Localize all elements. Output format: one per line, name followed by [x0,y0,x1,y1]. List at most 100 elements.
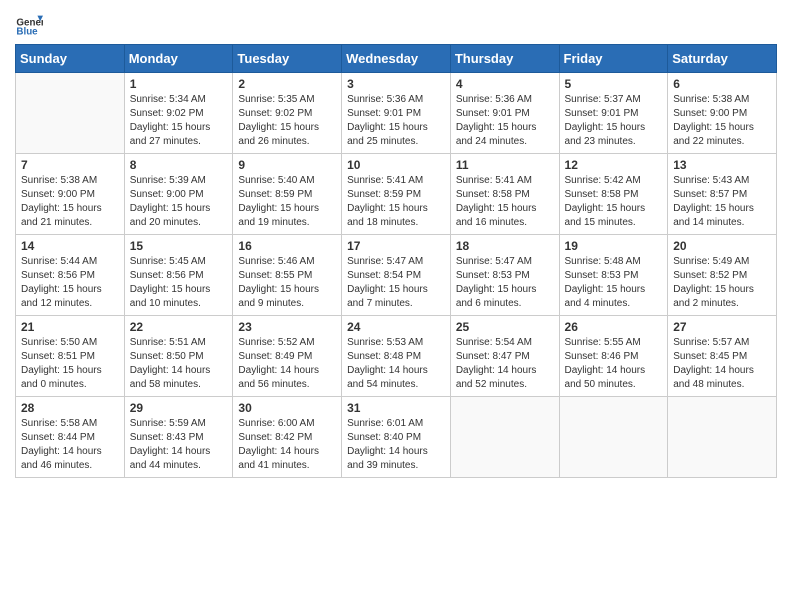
calendar-cell: 14 Sunrise: 5:44 AM Sunset: 8:56 PM Dayli… [16,235,125,316]
logo-icon: General Blue [15,10,43,38]
day-number: 9 [238,158,336,172]
day-number: 12 [565,158,663,172]
week-row-5: 28 Sunrise: 5:58 AM Sunset: 8:44 PM Dayli… [16,397,777,478]
day-info: Sunrise: 5:52 AM Sunset: 8:49 PM Dayligh… [238,336,336,392]
calendar-cell: 2 Sunrise: 5:35 AM Sunset: 9:02 PM Daylig… [233,73,342,154]
day-number: 27 [673,320,771,334]
weekday-header-thursday: Thursday [450,45,559,73]
calendar-cell: 11 Sunrise: 5:41 AM Sunset: 8:58 PM Dayli… [450,154,559,235]
day-number: 29 [130,401,228,415]
week-row-3: 14 Sunrise: 5:44 AM Sunset: 8:56 PM Dayli… [16,235,777,316]
day-info: Sunrise: 5:36 AM Sunset: 9:01 PM Dayligh… [347,93,445,149]
calendar-cell [16,73,125,154]
day-info: Sunrise: 5:53 AM Sunset: 8:48 PM Dayligh… [347,336,445,392]
weekday-header-monday: Monday [124,45,233,73]
day-info: Sunrise: 5:45 AM Sunset: 8:56 PM Dayligh… [130,255,228,311]
weekday-header-friday: Friday [559,45,668,73]
svg-text:Blue: Blue [16,27,38,38]
weekday-header-sunday: Sunday [16,45,125,73]
day-number: 4 [456,77,554,91]
day-number: 16 [238,239,336,253]
calendar-header: SundayMondayTuesdayWednesdayThursdayFrid… [16,45,777,73]
calendar-cell: 12 Sunrise: 5:42 AM Sunset: 8:58 PM Dayli… [559,154,668,235]
day-info: Sunrise: 5:57 AM Sunset: 8:45 PM Dayligh… [673,336,771,392]
day-info: Sunrise: 5:40 AM Sunset: 8:59 PM Dayligh… [238,174,336,230]
calendar-cell: 7 Sunrise: 5:38 AM Sunset: 9:00 PM Daylig… [16,154,125,235]
calendar-cell: 22 Sunrise: 5:51 AM Sunset: 8:50 PM Dayli… [124,316,233,397]
week-row-4: 21Sunrise: 5:50 AM Sunset: 8:51 PM Dayli… [16,316,777,397]
week-row-2: 7 Sunrise: 5:38 AM Sunset: 9:00 PM Daylig… [16,154,777,235]
calendar-cell: 24 Sunrise: 5:53 AM Sunset: 8:48 PM Dayli… [342,316,451,397]
day-number: 7 [21,158,119,172]
day-number: 2 [238,77,336,91]
calendar-cell [450,397,559,478]
calendar-cell: 5 Sunrise: 5:37 AM Sunset: 9:01 PM Daylig… [559,73,668,154]
calendar-cell: 23 Sunrise: 5:52 AM Sunset: 8:49 PM Dayli… [233,316,342,397]
calendar-cell: 9 Sunrise: 5:40 AM Sunset: 8:59 PM Daylig… [233,154,342,235]
day-info: Sunrise: 6:01 AM Sunset: 8:40 PM Dayligh… [347,417,445,473]
day-info: Sunrise: 5:58 AM Sunset: 8:44 PM Dayligh… [21,417,119,473]
calendar-cell: 17 Sunrise: 5:47 AM Sunset: 8:54 PM Dayli… [342,235,451,316]
calendar-cell: 21Sunrise: 5:50 AM Sunset: 8:51 PM Dayli… [16,316,125,397]
calendar-cell: 29 Sunrise: 5:59 AM Sunset: 8:43 PM Dayli… [124,397,233,478]
calendar-cell: 31 Sunrise: 6:01 AM Sunset: 8:40 PM Dayli… [342,397,451,478]
calendar-cell: 10 Sunrise: 5:41 AM Sunset: 8:59 PM Dayli… [342,154,451,235]
calendar-body: 1 Sunrise: 5:34 AM Sunset: 9:02 PM Daylig… [16,73,777,478]
weekday-header-saturday: Saturday [668,45,777,73]
day-number: 23 [238,320,336,334]
day-info: Sunrise: 5:59 AM Sunset: 8:43 PM Dayligh… [130,417,228,473]
day-info: Sunrise: 5:38 AM Sunset: 9:00 PM Dayligh… [673,93,771,149]
day-number: 1 [130,77,228,91]
day-number: 6 [673,77,771,91]
calendar-cell: 16 Sunrise: 5:46 AM Sunset: 8:55 PM Dayli… [233,235,342,316]
day-number: 14 [21,239,119,253]
day-number: 20 [673,239,771,253]
day-info: Sunrise: 5:35 AM Sunset: 9:02 PM Dayligh… [238,93,336,149]
day-info: Sunrise: 5:41 AM Sunset: 8:59 PM Dayligh… [347,174,445,230]
day-info: Sunrise: 5:37 AM Sunset: 9:01 PM Dayligh… [565,93,663,149]
day-info: Sunrise: 5:42 AM Sunset: 8:58 PM Dayligh… [565,174,663,230]
calendar-cell: 25Sunrise: 5:54 AM Sunset: 8:47 PM Dayli… [450,316,559,397]
day-info: Sunrise: 5:55 AM Sunset: 8:46 PM Dayligh… [565,336,663,392]
day-info: Sunrise: 5:38 AM Sunset: 9:00 PM Dayligh… [21,174,119,230]
day-number: 18 [456,239,554,253]
day-number: 8 [130,158,228,172]
week-row-1: 1 Sunrise: 5:34 AM Sunset: 9:02 PM Daylig… [16,73,777,154]
day-info: Sunrise: 5:48 AM Sunset: 8:53 PM Dayligh… [565,255,663,311]
calendar-cell: 27 Sunrise: 5:57 AM Sunset: 8:45 PM Dayli… [668,316,777,397]
day-info: Sunrise: 5:47 AM Sunset: 8:53 PM Dayligh… [456,255,554,311]
day-info: Sunrise: 5:39 AM Sunset: 9:00 PM Dayligh… [130,174,228,230]
calendar-cell: 30Sunrise: 6:00 AM Sunset: 8:42 PM Dayli… [233,397,342,478]
calendar-cell: 3 Sunrise: 5:36 AM Sunset: 9:01 PM Daylig… [342,73,451,154]
day-number: 31 [347,401,445,415]
day-number: 3 [347,77,445,91]
weekday-header-tuesday: Tuesday [233,45,342,73]
calendar-cell: 19Sunrise: 5:48 AM Sunset: 8:53 PM Dayli… [559,235,668,316]
day-number: 22 [130,320,228,334]
day-number: 5 [565,77,663,91]
calendar-cell: 28 Sunrise: 5:58 AM Sunset: 8:44 PM Dayli… [16,397,125,478]
day-number: 24 [347,320,445,334]
day-number: 17 [347,239,445,253]
day-number: 28 [21,401,119,415]
day-info: Sunrise: 5:41 AM Sunset: 8:58 PM Dayligh… [456,174,554,230]
day-info: Sunrise: 5:46 AM Sunset: 8:55 PM Dayligh… [238,255,336,311]
day-info: Sunrise: 5:34 AM Sunset: 9:02 PM Dayligh… [130,93,228,149]
day-info: Sunrise: 5:44 AM Sunset: 8:56 PM Dayligh… [21,255,119,311]
calendar-cell: 8 Sunrise: 5:39 AM Sunset: 9:00 PM Daylig… [124,154,233,235]
calendar-cell: 18 Sunrise: 5:47 AM Sunset: 8:53 PM Dayli… [450,235,559,316]
day-info: Sunrise: 5:43 AM Sunset: 8:57 PM Dayligh… [673,174,771,230]
day-number: 26 [565,320,663,334]
day-info: Sunrise: 5:49 AM Sunset: 8:52 PM Dayligh… [673,255,771,311]
calendar-cell: 20 Sunrise: 5:49 AM Sunset: 8:52 PM Dayli… [668,235,777,316]
day-info: Sunrise: 5:47 AM Sunset: 8:54 PM Dayligh… [347,255,445,311]
calendar-cell: 6 Sunrise: 5:38 AM Sunset: 9:00 PM Daylig… [668,73,777,154]
day-number: 25 [456,320,554,334]
day-number: 30 [238,401,336,415]
day-number: 13 [673,158,771,172]
day-number: 11 [456,158,554,172]
calendar-cell [668,397,777,478]
day-number: 10 [347,158,445,172]
day-number: 15 [130,239,228,253]
day-info: Sunrise: 5:51 AM Sunset: 8:50 PM Dayligh… [130,336,228,392]
